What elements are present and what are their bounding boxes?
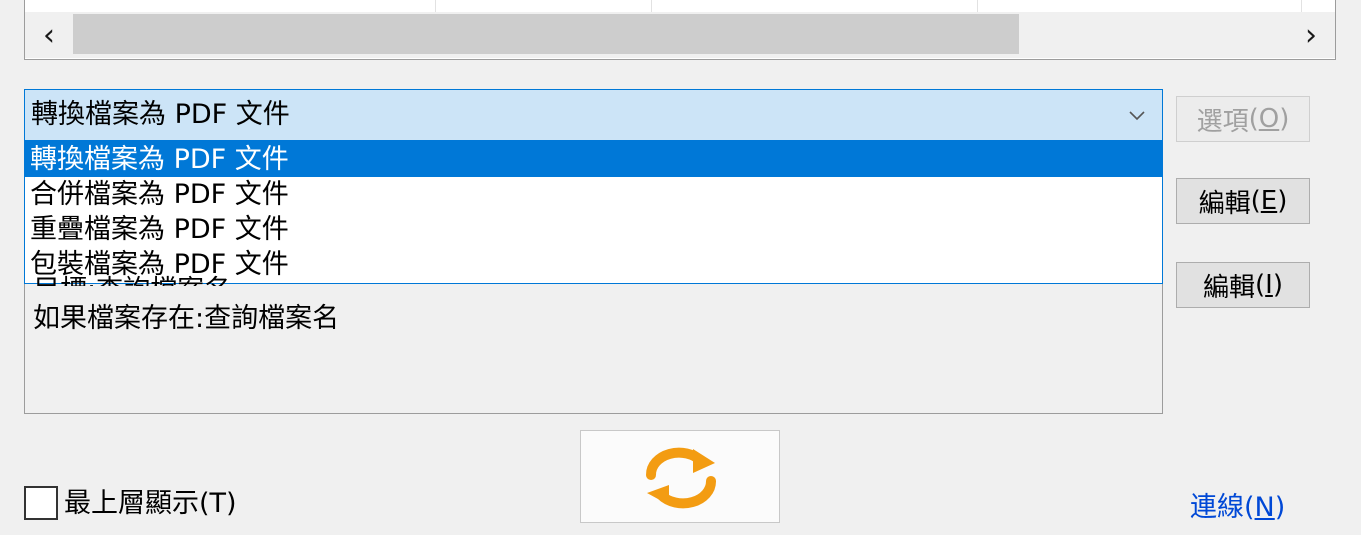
options-button-key: O bbox=[1258, 104, 1280, 134]
refresh-icon bbox=[645, 447, 717, 509]
details-textbox: 目標:查詢檔案名 如果檔案存在:查詢檔案名 bbox=[24, 275, 1163, 414]
options-button[interactable]: 選項(O) bbox=[1176, 96, 1310, 142]
options-button-label: 選項 bbox=[1196, 106, 1249, 137]
topmost-checkbox-label[interactable]: 最上層顯示(T) bbox=[64, 486, 237, 522]
topmost-checkbox[interactable] bbox=[24, 486, 58, 520]
edit-i-button-label: 編輯 bbox=[1203, 272, 1256, 303]
scroll-left-button[interactable]: ‹ bbox=[25, 12, 73, 58]
connect-link-key: N bbox=[1254, 492, 1275, 523]
details-line-target-text: 目標:查詢檔案名 bbox=[33, 275, 231, 286]
edit-i-button[interactable]: 編輯(I) bbox=[1176, 262, 1310, 308]
edit-i-button-key: I bbox=[1265, 270, 1273, 300]
dropdown-option-merge[interactable]: 合併檔案為 PDF 文件 bbox=[25, 177, 1162, 212]
connect-link-label: 連線 bbox=[1190, 492, 1244, 523]
edit-e-button[interactable]: 編輯(E) bbox=[1176, 178, 1310, 224]
scroll-right-button[interactable]: › bbox=[1287, 12, 1335, 58]
chevron-down-icon[interactable] bbox=[1126, 104, 1148, 126]
horizontal-scrollbar[interactable]: ‹ › bbox=[25, 12, 1335, 58]
details-line-target: 目標:查詢檔案名 bbox=[33, 268, 231, 286]
combobox-selected-text: 轉換檔案為 PDF 文件 bbox=[31, 99, 290, 130]
scroll-thumb[interactable] bbox=[73, 14, 1019, 54]
edit-e-button-key: E bbox=[1260, 186, 1278, 216]
connect-link[interactable]: 連線(N) bbox=[1190, 485, 1285, 524]
edit-e-button-label: 編輯 bbox=[1198, 188, 1251, 219]
refresh-button[interactable] bbox=[580, 430, 780, 523]
combobox-dropdown-list[interactable]: 轉換檔案為 PDF 文件 合併檔案為 PDF 文件 重疊檔案為 PDF 文件 包… bbox=[24, 141, 1163, 284]
dropdown-option-convert[interactable]: 轉換檔案為 PDF 文件 bbox=[25, 142, 1162, 177]
dropdown-option-overlay[interactable]: 重疊檔案為 PDF 文件 bbox=[25, 212, 1162, 247]
details-line-exists: 如果檔案存在:查詢檔案名 bbox=[33, 303, 340, 334]
action-combobox[interactable]: 轉換檔案為 PDF 文件 bbox=[24, 89, 1163, 141]
